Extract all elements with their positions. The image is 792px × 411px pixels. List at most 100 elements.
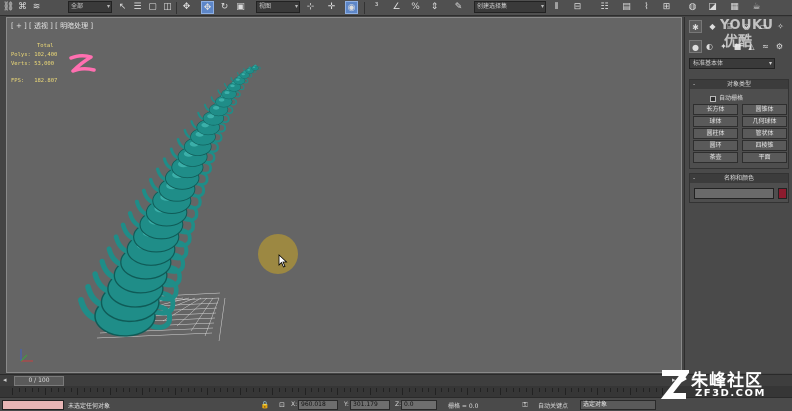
timeline-tick	[545, 388, 546, 392]
layer-manager-icon[interactable]: ☷	[598, 1, 611, 14]
time-prev-icon[interactable]: ◂	[3, 376, 7, 384]
x-coord-field[interactable]: 960.018	[298, 400, 338, 410]
timeline-tick	[389, 388, 390, 392]
lock-selection-icon[interactable]: 🔒	[260, 400, 270, 410]
modify-tab[interactable]: ◆	[706, 20, 719, 33]
reference-coord-dropdown[interactable]: 视图 ▾	[256, 1, 300, 13]
timeline-tick	[454, 388, 455, 392]
align-icon[interactable]: ⊟	[571, 1, 584, 14]
object-button[interactable]: 平面	[742, 152, 787, 163]
spinner-arrows-icon[interactable]: ⇕	[428, 1, 441, 14]
link-icon[interactable]: ⛓	[2, 1, 15, 14]
stats-polys: Polys: 102,400	[11, 52, 58, 58]
object-button[interactable]: 圆环	[693, 140, 738, 151]
axis-tripod-icon	[20, 349, 33, 362]
time-slider-thumb[interactable]: 0 / 100	[14, 376, 64, 386]
object-button[interactable]: 圆锥体	[742, 104, 787, 115]
timeline-tick	[168, 388, 169, 392]
timeline-tick	[428, 388, 429, 392]
selection-filter-dropdown[interactable]: 全部 ▾	[68, 1, 112, 13]
unlink-icon[interactable]: ⌘	[16, 1, 29, 14]
grid-size-label: 栅格 = 0.0	[448, 403, 479, 410]
autogrid-checkbox[interactable]: 自动栅格	[710, 93, 743, 102]
graphite-ribbon-icon[interactable]: ▤	[620, 1, 633, 14]
timeline-tick	[304, 388, 306, 395]
timeline-tick	[480, 388, 481, 392]
z-coord-field[interactable]: 0.0	[401, 400, 437, 410]
y-coord-field[interactable]: 301.179	[350, 400, 390, 410]
timeline-tick	[51, 388, 52, 392]
bind-space-warp-icon[interactable]: ≋	[30, 1, 43, 14]
spinner-snap-icon[interactable]: %	[409, 1, 422, 14]
timeline-tick	[434, 388, 436, 395]
timeline-tick	[148, 388, 150, 392]
mirror-icon[interactable]: ⫴	[550, 1, 563, 14]
y-label: Y:	[344, 401, 349, 408]
object-name-input[interactable]	[694, 188, 774, 199]
zf3d-url-text: ZF3D.COM	[695, 388, 766, 399]
absolute-mode-icon[interactable]: ⊡	[277, 400, 287, 410]
angle-snap-icon[interactable]: ³	[370, 1, 383, 14]
object-button[interactable]: 球体	[693, 116, 738, 127]
keyboard-shortcut-icon[interactable]: ✛	[325, 1, 338, 14]
select-move-icon[interactable]: ✥	[180, 1, 193, 14]
maxscript-listener-mini[interactable]	[2, 400, 64, 410]
edit-named-selection-icon[interactable]: ✎	[452, 1, 465, 14]
render-icon[interactable]: ☕	[750, 1, 763, 14]
select-object-icon[interactable]: ↖	[116, 1, 129, 14]
auto-key-label[interactable]: 自动关键点	[538, 401, 568, 410]
object-button[interactable]: 四棱锥	[742, 140, 787, 151]
select-by-name-icon[interactable]: ☰	[131, 1, 144, 14]
timeline-tick	[298, 388, 299, 392]
snap-3-icon[interactable]: ◉	[345, 1, 358, 14]
object-button[interactable]: 圆柱体	[693, 128, 738, 139]
timeline-tick	[324, 388, 325, 392]
timeline-tick	[103, 388, 104, 392]
timeline-tick	[44, 388, 46, 395]
named-selection-dropdown[interactable]: 创建选择集 ▾	[474, 1, 546, 13]
curve-editor-icon[interactable]: ⌇	[640, 1, 653, 14]
teapot-highlight	[252, 66, 256, 68]
select-scale-icon[interactable]: ↻	[218, 1, 231, 14]
timeline-tick	[233, 388, 234, 392]
object-button[interactable]: 几何球体	[742, 116, 787, 127]
object-button[interactable]: 长方体	[693, 104, 738, 115]
selected-objects-dropdown[interactable]: 选定对象	[580, 400, 656, 410]
timeline-tick	[220, 388, 221, 392]
render-setup-icon[interactable]: ◪	[706, 1, 719, 14]
teapot-knob	[254, 64, 256, 66]
perspective-viewport[interactable]: [ + ] [ 透视 ] [ 明暗处理 ] Total Polys: 102,4…	[6, 17, 682, 373]
object-button[interactable]: 茶壶	[693, 152, 738, 163]
set-key-icon[interactable]: ⚿	[520, 400, 530, 410]
name-color-header[interactable]: - 名称和颜色	[690, 174, 788, 183]
timeline-tick	[291, 388, 293, 392]
object-color-swatch[interactable]	[778, 188, 787, 199]
select-rotate-icon[interactable]: ✥	[201, 1, 214, 14]
shapes-icon[interactable]: ◐	[703, 40, 716, 53]
percent-snap-icon[interactable]: ∠	[390, 1, 403, 14]
timeline-tick	[330, 388, 332, 392]
material-editor-icon[interactable]: ◍	[686, 1, 699, 14]
timeline-tick	[337, 388, 338, 395]
object-type-rollout: - 对象类型 自动栅格 长方体 圆锥体 球体 几何球体 圆柱体 管状体 圆环 四棱锥 茶壶 平面	[689, 79, 789, 169]
pivot-center-icon[interactable]: ▣	[234, 1, 247, 14]
timeline-tick	[629, 388, 631, 395]
geometry-icon[interactable]: ●	[689, 40, 702, 53]
zf3d-logo-icon	[660, 370, 689, 399]
teapot-highlight	[224, 91, 230, 95]
schematic-view-icon[interactable]: ⊞	[660, 1, 673, 14]
viewport-label[interactable]: [ + ] [ 透视 ] [ 明暗处理 ]	[11, 21, 93, 31]
grid-line	[176, 297, 208, 327]
window-crossing-icon[interactable]: ◫	[161, 1, 174, 14]
select-manipulate-icon[interactable]: ⊹	[304, 1, 317, 14]
timeline-tick	[532, 388, 533, 395]
rect-selection-icon[interactable]: ▢	[146, 1, 159, 14]
timeline-tick	[70, 388, 72, 392]
object-button[interactable]: 管状体	[742, 128, 787, 139]
timeline-tick	[506, 388, 507, 392]
create-tab[interactable]: ✱	[689, 20, 702, 33]
object-type-header[interactable]: - 对象类型	[690, 80, 788, 89]
rendered-frame-icon[interactable]: ▦	[728, 1, 741, 14]
timeline-tick	[246, 388, 247, 392]
timeline-tick	[57, 388, 59, 392]
